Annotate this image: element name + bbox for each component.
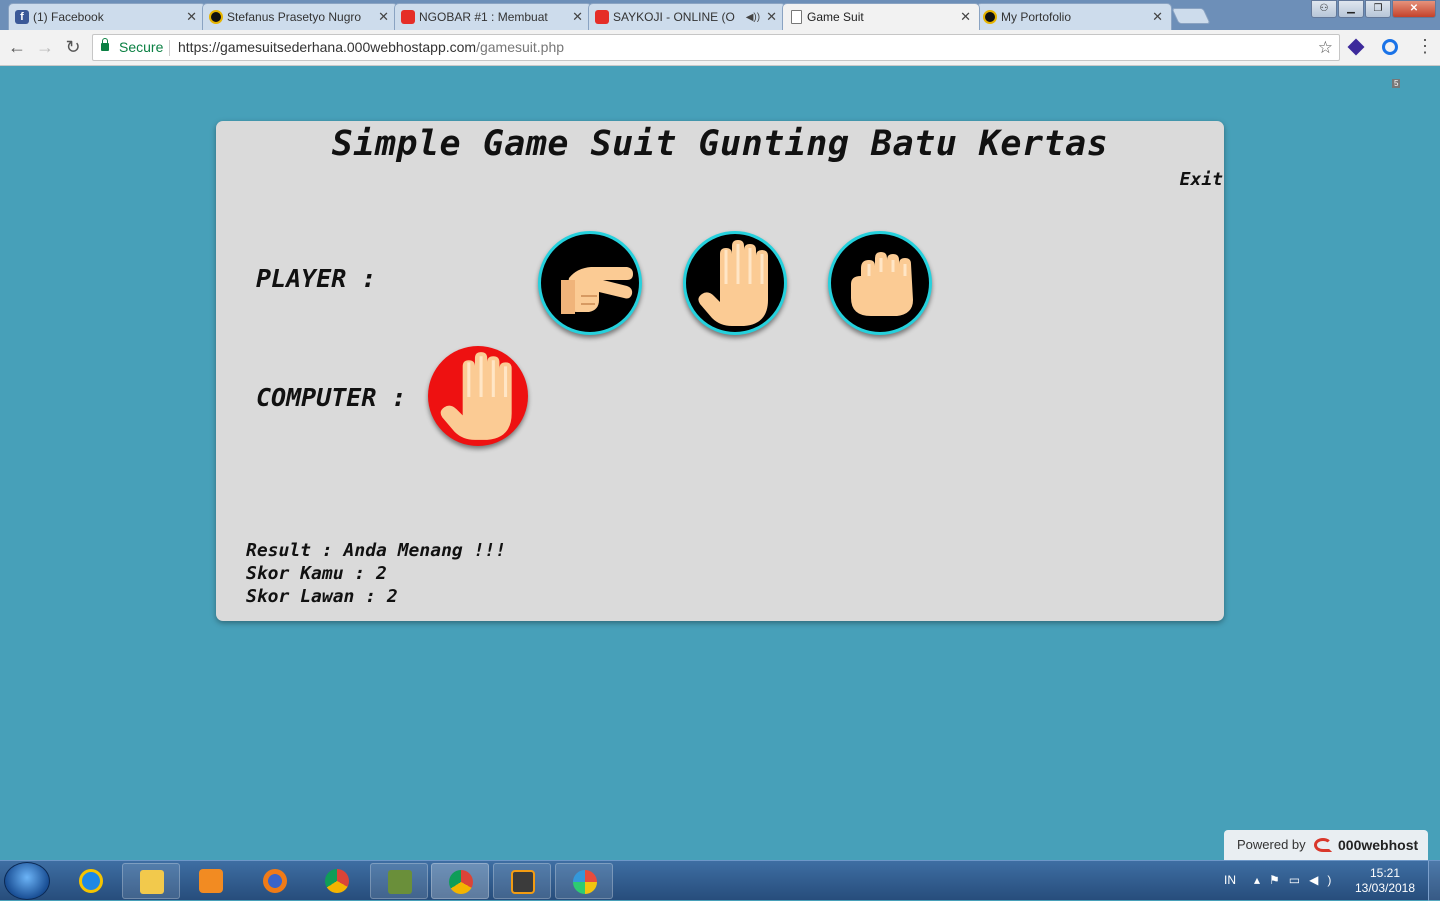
- url-host: https://gamesuitsederhana.000webhostapp.…: [178, 39, 477, 55]
- taskbar: IN ▴⚑▭◀) 15:21 13/03/2018: [0, 860, 1440, 901]
- powered-by-label: Powered by: [1237, 837, 1306, 852]
- volume-icon[interactable]: ◀): [1309, 873, 1340, 887]
- clock-time: 15:21: [1369, 866, 1401, 880]
- rock-choice-button[interactable]: [828, 231, 932, 335]
- close-tab-icon[interactable]: ✕: [960, 9, 971, 25]
- clock-date: 13/03/2018: [1354, 881, 1416, 895]
- close-tab-icon[interactable]: ✕: [186, 9, 197, 25]
- tab-facebook[interactable]: f (1) Facebook ✕: [8, 3, 206, 30]
- close-window-button[interactable]: ✕: [1392, 0, 1436, 18]
- show-hidden-icons-icon[interactable]: ▴: [1254, 873, 1269, 887]
- tab-title: My Portofolio: [1001, 10, 1072, 24]
- start-button[interactable]: [4, 862, 50, 900]
- player-label: PLAYER :: [256, 264, 377, 293]
- reload-icon[interactable]: ↻: [62, 37, 84, 57]
- tab-title: (1) Facebook: [33, 10, 104, 24]
- url-path: /gamesuit.php: [476, 39, 565, 55]
- minimize-button[interactable]: ▁: [1338, 0, 1364, 18]
- forward-arrow-icon[interactable]: →: [34, 37, 56, 57]
- tray-icons: ▴⚑▭◀): [1254, 873, 1340, 887]
- network-icon[interactable]: ▭: [1289, 873, 1309, 887]
- paint-icon: [573, 870, 597, 894]
- url-text[interactable]: https://gamesuitsederhana.000webhostapp.…: [178, 35, 564, 60]
- close-tab-icon[interactable]: ✕: [572, 9, 583, 25]
- scissors-choice-button[interactable]: [538, 231, 642, 335]
- internet-explorer-taskbar-button[interactable]: [62, 863, 120, 899]
- file-explorer-taskbar-button[interactable]: [122, 863, 180, 899]
- address-bar[interactable]: Secure https://gamesuitsederhana.000webh…: [92, 34, 1340, 61]
- tab-my-portofolio[interactable]: My Portofolio ✕: [976, 3, 1172, 30]
- score-opponent: Skor Lawan : 2: [246, 586, 398, 607]
- webhost-logo-icon: [1314, 838, 1332, 852]
- lock-icon: [101, 38, 109, 51]
- paper-choice-button[interactable]: [683, 231, 787, 335]
- divider: [169, 40, 170, 56]
- result-text: Result : Anda Menang !!!: [246, 540, 507, 561]
- tab-title: Stefanus Prasetyo Nugro: [227, 10, 362, 24]
- exit-link[interactable]: Exit: [1180, 169, 1223, 190]
- secure-label: Secure: [119, 39, 164, 55]
- chrome-taskbar-button[interactable]: [308, 863, 366, 899]
- sublime-text-icon: [511, 870, 535, 894]
- paper-hand-icon: [698, 240, 768, 326]
- media-player-icon: [199, 869, 223, 893]
- paint-taskbar-button[interactable]: [555, 863, 613, 899]
- page-title: Simple Game Suit Gunting Batu Kertas: [331, 124, 1109, 164]
- game-card: Simple Game Suit Gunting Batu Kertas Exi…: [216, 121, 1224, 621]
- bookmark-star-icon[interactable]: ☆: [1318, 35, 1333, 60]
- extension-gear-icon[interactable]: [1382, 39, 1398, 55]
- document-icon: [791, 10, 802, 24]
- tab-game-suit[interactable]: Game Suit ✕: [782, 3, 980, 30]
- speaker-icon: ◀)): [745, 11, 761, 23]
- incredibles-icon: [209, 10, 223, 24]
- facebook-icon: f: [15, 10, 29, 24]
- tab-stefanus[interactable]: Stefanus Prasetyo Nugro ✕: [202, 3, 398, 30]
- language-indicator[interactable]: IN: [1224, 873, 1236, 887]
- browser-tab-strip: f (1) Facebook ✕ Stefanus Prasetyo Nugro…: [0, 0, 1440, 30]
- extension-badge: 5: [1392, 79, 1401, 88]
- paper-hand-icon: [440, 352, 512, 440]
- app-taskbar-button[interactable]: [370, 863, 428, 899]
- scissors-hand-icon: [561, 267, 633, 314]
- clock[interactable]: 15:21 13/03/2018: [1350, 866, 1420, 896]
- results-panel: Result : Anda Menang !!! Skor Kamu : 2 S…: [246, 539, 506, 608]
- incredibles-icon: [983, 10, 997, 24]
- action-center-flag-icon[interactable]: ⚑: [1269, 873, 1289, 887]
- user-icon[interactable]: ⚇: [1311, 0, 1337, 18]
- tab-title: SAYKOJI - ONLINE (O: [613, 10, 735, 24]
- rock-hand-icon: [851, 252, 913, 316]
- app-icon: [388, 870, 412, 894]
- tab-title: NGOBAR #1 : Membuat: [419, 10, 548, 24]
- tab-saykoji[interactable]: SAYKOJI - ONLINE (O ◀)) ✕: [588, 3, 786, 30]
- media-player-taskbar-button[interactable]: [182, 863, 240, 899]
- chrome-icon: [325, 869, 349, 893]
- tab-title: Game Suit: [807, 10, 864, 24]
- window-controls: ⚇ ▁ ❐ ✕: [1311, 0, 1436, 18]
- folder-icon: [140, 870, 164, 894]
- hosting-badge[interactable]: Powered by 000webhost: [1224, 830, 1428, 860]
- show-desktop-button[interactable]: [1428, 861, 1440, 901]
- close-tab-icon[interactable]: ✕: [378, 9, 389, 25]
- hosting-brand: 000webhost: [1338, 837, 1419, 853]
- close-tab-icon[interactable]: ✕: [766, 9, 777, 25]
- tab-ngobar[interactable]: NGOBAR #1 : Membuat ✕: [394, 3, 592, 30]
- youtube-icon: [595, 10, 609, 24]
- chrome-active-taskbar-button[interactable]: [431, 863, 489, 899]
- maximize-button[interactable]: ❐: [1365, 0, 1391, 18]
- browser-toolbar: ← → ↻ Secure https://gamesuitsederhana.0…: [0, 30, 1440, 88]
- chrome-icon: [449, 870, 473, 894]
- close-tab-icon[interactable]: ✕: [1152, 9, 1163, 25]
- extension-icon[interactable]: [1347, 38, 1365, 56]
- back-arrow-icon[interactable]: ←: [6, 37, 28, 57]
- youtube-icon: [401, 10, 415, 24]
- internet-explorer-icon: [79, 869, 103, 893]
- computer-choice-display: [428, 346, 528, 446]
- menu-kebab-icon[interactable]: ⋮: [1416, 36, 1434, 57]
- score-you: Skor Kamu : 2: [246, 563, 387, 584]
- sublime-taskbar-button[interactable]: [493, 863, 551, 899]
- new-tab-button[interactable]: [1171, 8, 1211, 24]
- firefox-icon: [263, 869, 287, 893]
- computer-label: COMPUTER :: [256, 383, 407, 412]
- firefox-taskbar-button[interactable]: [246, 863, 304, 899]
